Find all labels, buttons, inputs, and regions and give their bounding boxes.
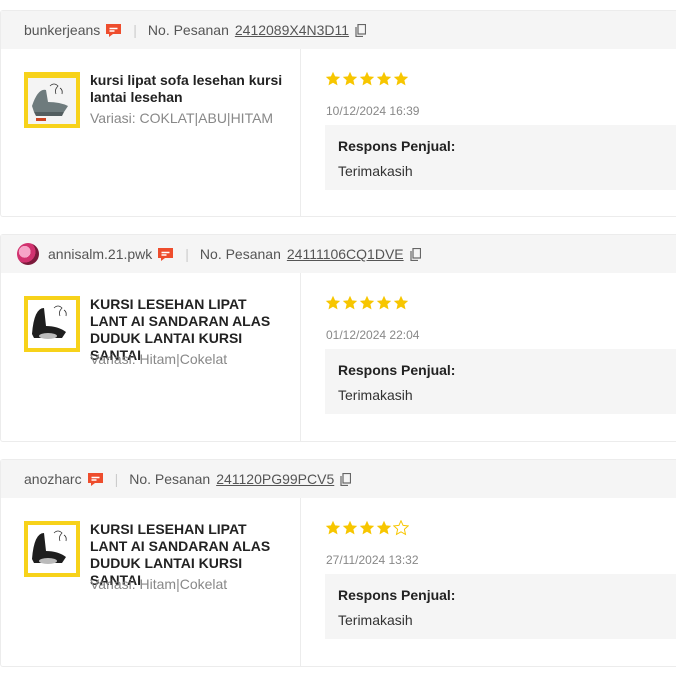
separator: | xyxy=(114,471,119,487)
review-header: annisalm.21.pwk | No. Pesanan 24111106CQ… xyxy=(1,235,676,273)
seller-response: Respons Penjual: Terimakasih xyxy=(325,125,676,190)
star-filled-icon xyxy=(393,295,409,310)
star-filled-icon xyxy=(359,520,375,535)
star-filled-icon xyxy=(342,520,358,535)
seller-response-label: Respons Penjual: xyxy=(338,362,456,378)
rating-stars xyxy=(325,295,410,311)
product-variation: Variasi: Hitam|Cokelat xyxy=(90,576,228,592)
product-name[interactable]: kursi lipat sofa lesehan kursi lantai le… xyxy=(90,72,286,106)
seller-response: Respons Penjual: Terimakasih xyxy=(325,574,676,639)
order-number-link[interactable]: 24111106CQ1DVE xyxy=(287,246,404,262)
buyer-username[interactable]: annisalm.21.pwk xyxy=(48,246,152,262)
product-thumbnail[interactable] xyxy=(24,521,80,577)
star-filled-icon xyxy=(342,295,358,310)
seller-response-text: Terimakasih xyxy=(338,612,413,628)
seller-response-text: Terimakasih xyxy=(338,163,413,179)
star-filled-icon xyxy=(376,520,392,535)
avatar[interactable] xyxy=(17,243,39,265)
column-divider xyxy=(300,498,301,666)
star-filled-icon xyxy=(359,71,375,86)
star-filled-icon xyxy=(342,71,358,86)
column-divider xyxy=(300,49,301,216)
separator: | xyxy=(133,22,137,38)
seller-response-label: Respons Penjual: xyxy=(338,587,456,603)
star-filled-icon xyxy=(376,295,392,310)
star-filled-icon xyxy=(376,71,392,86)
seller-response: Respons Penjual: Terimakasih xyxy=(325,349,676,414)
star-filled-icon xyxy=(393,71,409,86)
copy-icon[interactable] xyxy=(410,247,421,261)
star-filled-icon xyxy=(325,520,341,535)
star-empty-icon xyxy=(393,520,409,536)
product-thumbnail[interactable] xyxy=(24,296,80,352)
column-divider xyxy=(300,273,301,441)
copy-icon[interactable] xyxy=(340,472,352,486)
buyer-username[interactable]: anozharc xyxy=(24,471,82,487)
product-variation: Variasi: Hitam|Cokelat xyxy=(90,351,228,367)
seller-response-text: Terimakasih xyxy=(338,387,413,403)
order-number-link[interactable]: 2412089X4N3D11 xyxy=(235,22,349,38)
rating-stars xyxy=(325,71,410,87)
order-number-label: No. Pesanan xyxy=(199,246,281,262)
review-date: 27/11/2024 13:32 xyxy=(326,553,419,567)
product-variation: Variasi: COKLAT|ABU|HITAM xyxy=(90,110,274,126)
review-card: anozharc | No. Pesanan 241120PG99PCV5 KU… xyxy=(0,459,676,667)
separator: | xyxy=(185,246,189,262)
review-date: 01/12/2024 22:04 xyxy=(326,328,420,342)
chat-icon[interactable] xyxy=(157,246,174,263)
rating-stars xyxy=(325,520,410,536)
order-number-label: No. Pesanan xyxy=(147,22,229,38)
review-body: kursi lipat sofa lesehan kursi lantai le… xyxy=(1,49,676,216)
order-number-link[interactable]: 241120PG99PCV5 xyxy=(216,471,334,487)
copy-icon[interactable] xyxy=(355,23,367,37)
review-card: bunkerjeans | No. Pesanan 2412089X4N3D11… xyxy=(0,10,676,217)
review-body: KURSI LESEHAN LIPAT LANT AI SANDARAN ALA… xyxy=(1,273,676,441)
star-filled-icon xyxy=(325,71,341,86)
seller-response-label: Respons Penjual: xyxy=(338,138,456,154)
review-header: bunkerjeans | No. Pesanan 2412089X4N3D11 xyxy=(1,11,676,49)
chat-icon[interactable] xyxy=(87,471,104,488)
product-thumbnail[interactable] xyxy=(24,72,80,128)
order-number-label: No. Pesanan xyxy=(129,471,211,487)
review-body: KURSI LESEHAN LIPAT LANT AI SANDARAN ALA… xyxy=(1,498,676,666)
review-header: anozharc | No. Pesanan 241120PG99PCV5 xyxy=(1,460,676,498)
review-card: annisalm.21.pwk | No. Pesanan 24111106CQ… xyxy=(0,234,676,442)
star-filled-icon xyxy=(325,295,341,310)
star-filled-icon xyxy=(359,295,375,310)
buyer-username[interactable]: bunkerjeans xyxy=(24,22,100,38)
chat-icon[interactable] xyxy=(105,22,122,39)
review-date: 10/12/2024 16:39 xyxy=(326,104,420,118)
